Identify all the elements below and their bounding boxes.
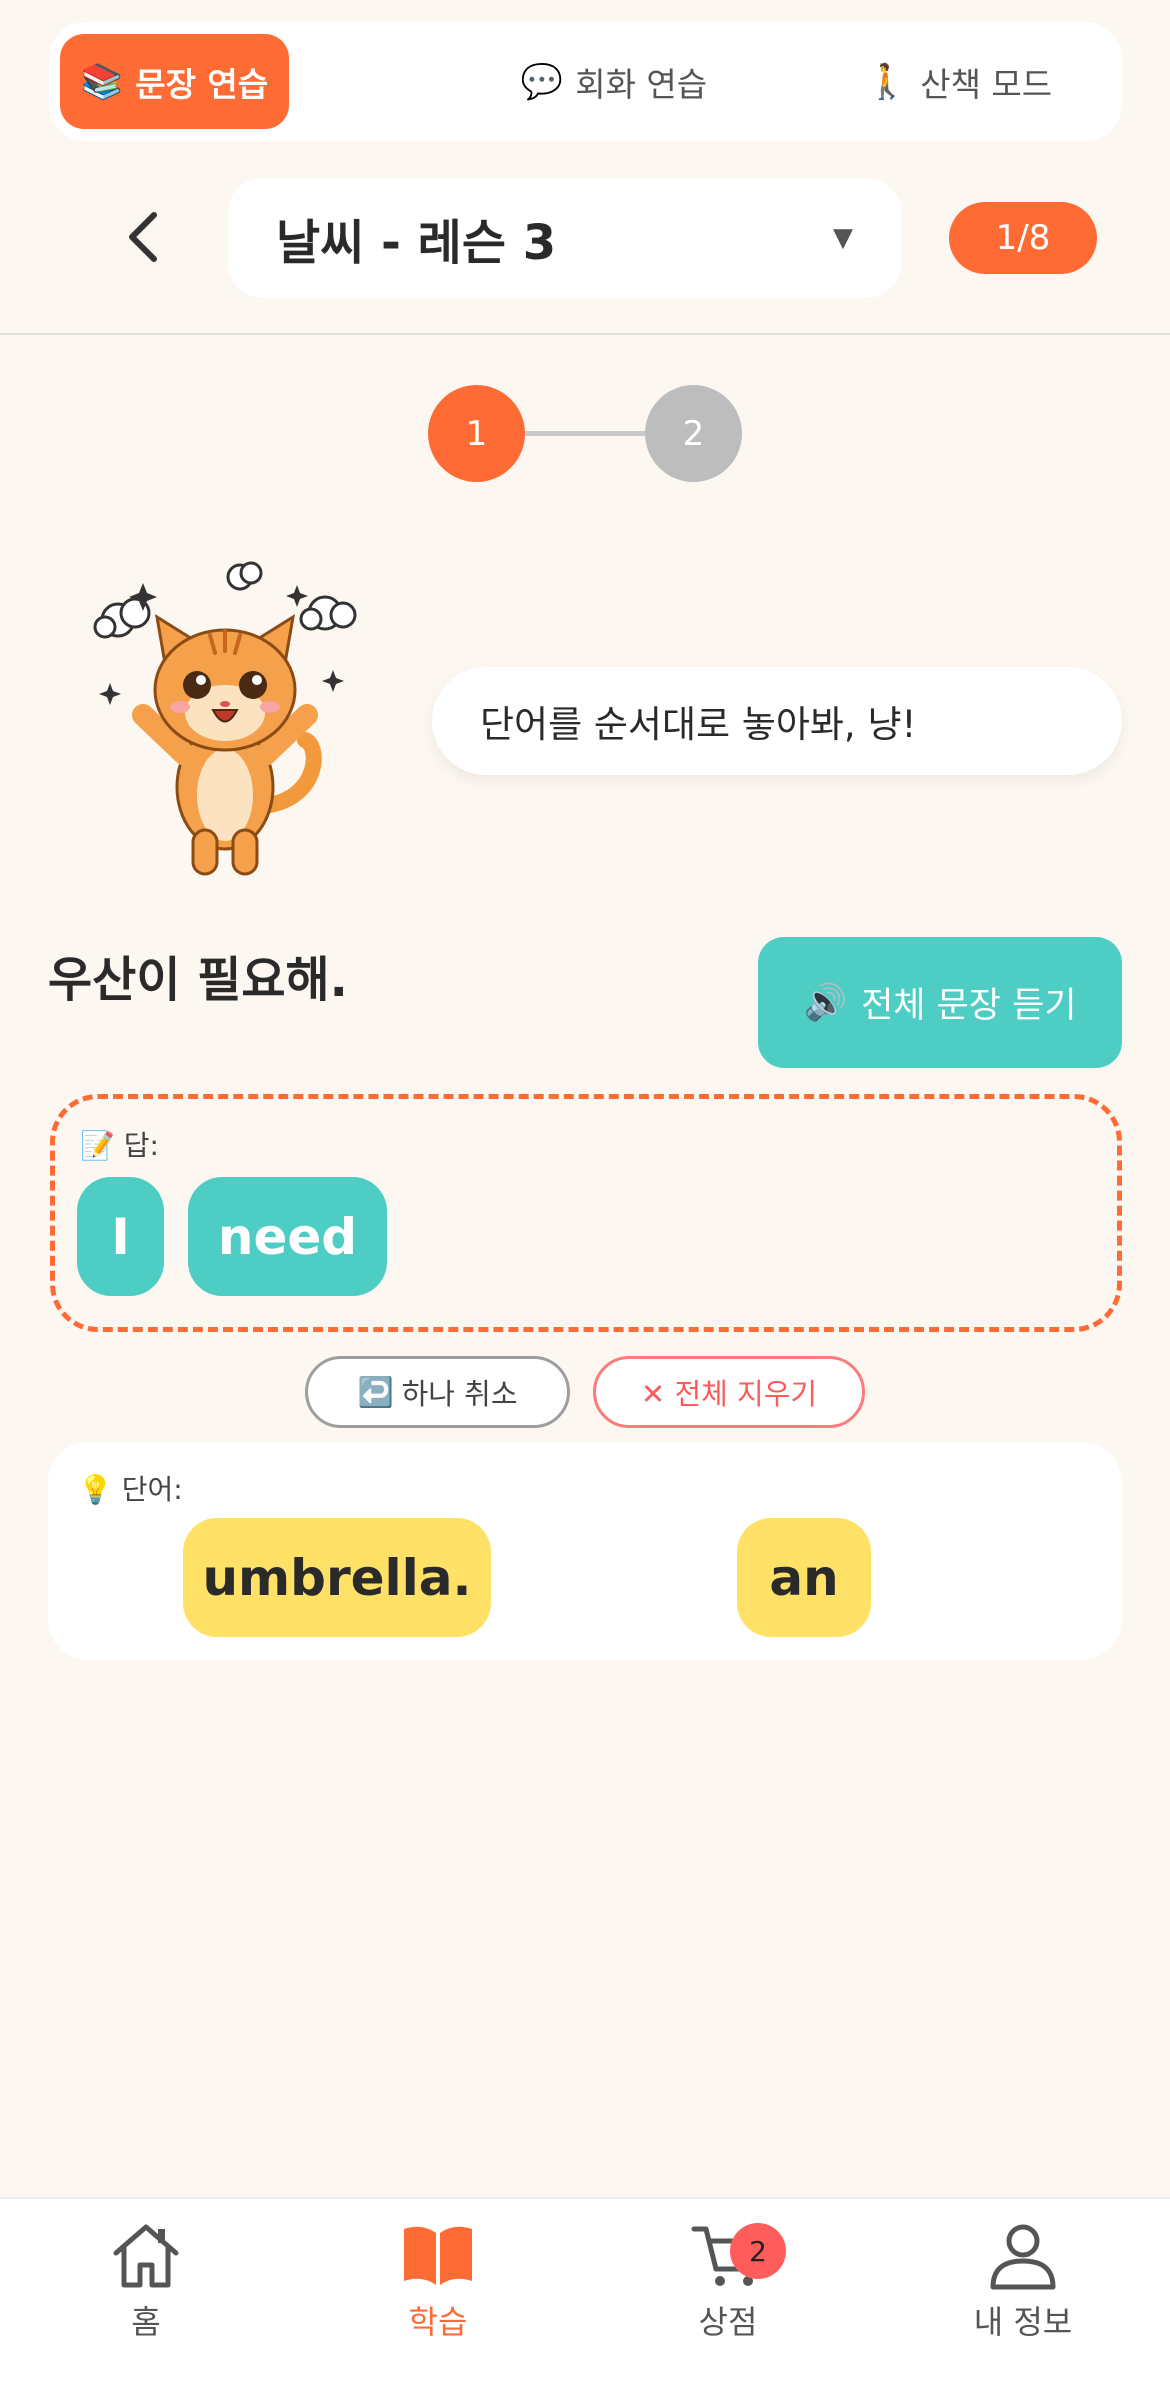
tab-sentence-practice[interactable]: 📚 문장 연습 xyxy=(60,34,289,129)
word-bank-label-text: 단어: xyxy=(121,1473,183,1506)
user-icon xyxy=(990,2224,1056,2290)
nav-learn[interactable]: 학습 xyxy=(338,2219,538,2369)
word-bank-chip[interactable]: umbrella. xyxy=(183,1518,491,1637)
answer-label: 📝 답: xyxy=(80,1124,159,1164)
speech-text: 단어를 순서대로 놓아봐, 냥! xyxy=(480,703,917,746)
header-divider xyxy=(0,333,1170,335)
speech-bubble-icon: 💬 xyxy=(520,61,564,102)
progress-badge: 1/8 xyxy=(949,202,1097,274)
listen-label: 전체 문장 듣기 xyxy=(861,986,1077,1026)
word-bank-chip[interactable]: an xyxy=(737,1518,871,1637)
cart-badge: 2 xyxy=(730,2223,786,2279)
home-icon xyxy=(113,2224,179,2288)
tab-conversation-practice[interactable]: 💬 회화 연습 xyxy=(449,34,779,129)
tab-label: 산책 모드 xyxy=(920,64,1053,104)
cat-mascot xyxy=(85,555,375,885)
nav-profile[interactable]: 내 정보 xyxy=(923,2219,1123,2369)
nav-home[interactable]: 홈 xyxy=(46,2219,246,2369)
memo-icon: 📝 xyxy=(80,1129,115,1162)
lesson-title: 날씨 - 레슨 3 xyxy=(276,215,557,271)
undo-label: 하나 취소 xyxy=(401,1377,518,1411)
nav-shop[interactable]: 상점 2 xyxy=(628,2219,828,2369)
books-icon: 📚 xyxy=(80,61,124,102)
cat-mascot-illustration xyxy=(93,561,357,876)
step-1: 1 xyxy=(428,385,525,482)
lesson-dropdown[interactable]: 날씨 - 레슨 3 ▼ xyxy=(228,178,901,298)
nav-label: 홈 xyxy=(131,2303,161,2341)
speaker-icon: 🔊 xyxy=(803,983,848,1023)
nav-label: 상점 xyxy=(698,2303,758,2341)
clear-all-button[interactable]: ✕ 전체 지우기 xyxy=(593,1356,865,1428)
mode-tabs: 📚 문장 연습 💬 회화 연습 🚶 산책 모드 xyxy=(49,22,1122,141)
tab-label: 회화 연습 xyxy=(575,64,708,104)
word-bank-label: 💡 단어: xyxy=(78,1468,183,1508)
target-sentence: 우산이 필요해. xyxy=(48,952,348,1008)
bottom-nav: 홈 학습 상점 2 내 정보 xyxy=(0,2197,1170,2389)
answer-word-chip[interactable]: need xyxy=(188,1177,387,1296)
nav-label: 학습 xyxy=(408,2303,468,2341)
step-2: 2 xyxy=(645,385,742,482)
undo-one-button[interactable]: ↩️ 하나 취소 xyxy=(305,1356,570,1428)
clear-label: ✕ 전체 지우기 xyxy=(640,1377,818,1411)
undo-arrow-icon: ↩️ xyxy=(357,1374,394,1409)
mascot-speech-bubble: 단어를 순서대로 놓아봐, 냥! xyxy=(432,667,1122,775)
answer-label-text: 답: xyxy=(123,1129,159,1162)
answer-word-chip[interactable]: I xyxy=(77,1177,164,1296)
chevron-down-icon: ▼ xyxy=(833,223,853,253)
book-icon xyxy=(404,2226,472,2285)
nav-label: 내 정보 xyxy=(973,2303,1073,2341)
chevron-left-icon xyxy=(129,212,157,262)
back-button[interactable] xyxy=(120,207,170,267)
listen-full-sentence-button[interactable]: 🔊 전체 문장 듣기 xyxy=(758,937,1122,1068)
tab-label: 문장 연습 xyxy=(135,64,269,104)
lightbulb-icon: 💡 xyxy=(78,1473,113,1506)
tab-walk-mode[interactable]: 🚶 산책 모드 xyxy=(819,34,1099,129)
walking-person-icon: 🚶 xyxy=(865,61,909,102)
step-connector xyxy=(525,431,650,436)
